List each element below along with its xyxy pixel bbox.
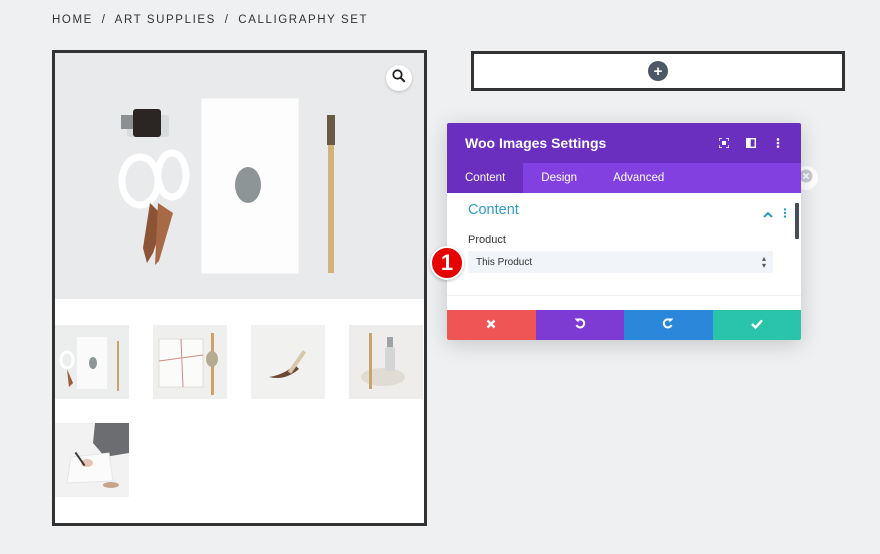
- thumbnail-4[interactable]: [349, 325, 423, 399]
- step-number-badge: 1: [430, 246, 464, 280]
- product-select-value: This Product: [476, 256, 533, 268]
- modal-header: Woo Images Settings: [447, 123, 801, 163]
- tab-design[interactable]: Design: [523, 163, 595, 193]
- redo-icon: [662, 316, 674, 334]
- save-button[interactable]: [712, 310, 801, 340]
- section-divider: [447, 295, 801, 296]
- chevron-up-icon[interactable]: [763, 205, 773, 223]
- section-title[interactable]: Content: [468, 202, 519, 218]
- magnifier-icon: [392, 68, 406, 88]
- thumbnail-5[interactable]: [55, 423, 129, 497]
- builder-row-placeholder: +: [471, 51, 845, 91]
- breadcrumb-home[interactable]: HOME: [52, 14, 93, 26]
- breadcrumb: HOME / ART SUPPLIES / CALLIGRAPHY SET: [52, 14, 372, 26]
- select-caret-icon: ▴ ▾: [761, 254, 766, 270]
- modal-title: Woo Images Settings: [465, 135, 607, 151]
- add-module-button[interactable]: +: [648, 61, 668, 81]
- tab-advanced[interactable]: Advanced: [595, 163, 682, 193]
- undo-icon: [574, 316, 586, 334]
- product-gallery: [52, 50, 427, 526]
- cancel-button[interactable]: [447, 310, 536, 340]
- woo-images-settings-modal: Woo Images Settings Content Design Advan…: [447, 123, 801, 340]
- zoom-button[interactable]: [386, 65, 412, 91]
- check-icon: [750, 316, 763, 334]
- more-icon[interactable]: [773, 138, 783, 148]
- section-more-icon[interactable]: [783, 205, 787, 223]
- breadcrumb-separator: /: [101, 14, 107, 26]
- columns-icon[interactable]: [746, 138, 756, 148]
- modal-body: Content Product This Product ▴ ▾: [447, 193, 801, 310]
- modal-scrollbar[interactable]: [795, 203, 799, 239]
- breadcrumb-current: CALLIGRAPHY SET: [238, 14, 369, 26]
- close-icon: [486, 316, 496, 334]
- main-product-image[interactable]: [55, 53, 424, 299]
- redo-button[interactable]: [624, 310, 713, 340]
- thumbnail-1[interactable]: [55, 325, 129, 399]
- expand-icon[interactable]: [719, 138, 729, 148]
- thumbnail-2[interactable]: [153, 325, 227, 399]
- product-select[interactable]: This Product ▴ ▾: [468, 251, 773, 273]
- modal-tabs: Content Design Advanced: [447, 163, 801, 193]
- plus-icon: +: [653, 62, 663, 80]
- tab-content[interactable]: Content: [447, 163, 524, 193]
- breadcrumb-separator: /: [224, 14, 230, 26]
- breadcrumb-category[interactable]: ART SUPPLIES: [115, 14, 216, 26]
- close-circle-icon: [799, 169, 813, 188]
- thumbnail-3[interactable]: [251, 325, 325, 399]
- modal-footer: [447, 310, 801, 340]
- undo-button[interactable]: [535, 310, 624, 340]
- product-field-label: Product: [468, 234, 506, 246]
